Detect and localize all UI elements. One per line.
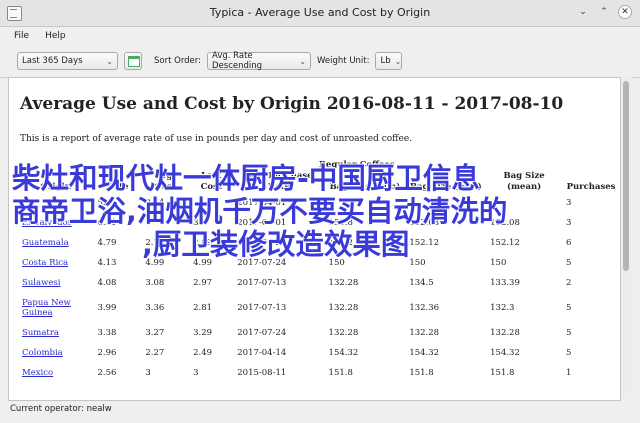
table-cell: 134.5 (409, 278, 434, 288)
chevron-down-icon: ⌄ (394, 56, 402, 66)
table-cell: 133.39 (490, 278, 520, 288)
window-title: Typica - Average Use and Cost by Origin (209, 6, 431, 19)
overlay-line-1: 柴灶和现代灶一体厨房-中国厨卫信息 (12, 162, 480, 195)
date-range-select[interactable]: Last 365 Days ⌄ (17, 52, 118, 70)
report-title: Average Use and Cost by Origin 2016-08-1… (20, 94, 564, 114)
maximize-icon[interactable]: ⌃ (597, 5, 611, 19)
table-cell: 132.28 (328, 303, 359, 313)
table-cell: 151.8 (490, 368, 515, 378)
chevron-down-icon: ⌄ (299, 56, 306, 66)
table-cell: 3.08 (145, 278, 165, 288)
status-bar: Current operator: nealw (10, 404, 112, 414)
table-cell: 5 (566, 348, 572, 358)
origin-cell: Papua New Guinea (18, 293, 93, 323)
origin-cell: Mexico (18, 363, 93, 383)
table-row: Colombia 2.96 2.27 2.49 2017-04-14 154.32 154.… (18, 343, 620, 363)
table-cell: 2.27 (145, 348, 165, 358)
table-cell: 1 (566, 368, 572, 378)
origin-link[interactable]: Mexico (22, 368, 53, 378)
table-row: Mexico 2.56 3 3 2015-08-11 151.8 151.8 151.8 1 (18, 363, 620, 383)
table-cell: 2 (566, 278, 572, 288)
table-cell: 3.27 (145, 328, 165, 338)
table-row: Sumatra 3.38 3.27 3.29 2017-07-24 132.28 132.2… (18, 323, 620, 343)
table-cell: 132.28 (409, 328, 440, 338)
overlay-line-3: ,厨卫装修改造效果图 (142, 228, 410, 261)
date-range-value: Last 365 Days (22, 56, 83, 66)
origin-cell: Sumatra (18, 323, 93, 343)
calendar-button[interactable] (124, 52, 142, 70)
table-cell: 3 (145, 368, 151, 378)
table-row: Sulawesi 4.08 3.08 2.97 2017-07-13 132.28 134.… (18, 273, 620, 293)
minimize-icon[interactable]: ⌄ (576, 5, 590, 19)
origin-link[interactable]: Sumatra (22, 328, 59, 338)
overlay-caption: 柴灶和现代灶一体厨房-中国厨卫信息 商帝卫浴,油烟机千万不要买自动清洗的 ,厨卫… (12, 162, 627, 261)
weight-unit-label: Weight Unit: (317, 56, 370, 66)
table-cell: 2.96 (97, 348, 117, 358)
table-cell: 132.36 (409, 303, 440, 313)
close-icon[interactable]: ✕ (618, 5, 632, 19)
title-bar: Typica - Average Use and Cost by Origin … (0, 0, 640, 27)
table-cell: 3.36 (145, 303, 165, 313)
table-cell: 132.28 (490, 328, 520, 338)
weight-unit-select[interactable]: Lb ⌄ (375, 52, 403, 70)
table-cell: 151.8 (328, 368, 353, 378)
chevron-down-icon: ⌄ (106, 56, 113, 66)
table-cell: 3 (193, 368, 199, 378)
origin-link[interactable]: Colombia (22, 348, 63, 358)
table-cell: 2017-07-13 (237, 278, 287, 288)
table-cell: 3.29 (193, 328, 213, 338)
calendar-icon (128, 56, 140, 67)
table-cell: 2.81 (193, 303, 213, 313)
sort-order-select[interactable]: Avg. Rate Descending ⌄ (207, 51, 311, 71)
table-cell: 154.32 (490, 348, 520, 358)
toolbar: Last 365 Days ⌄ Sort Order: Avg. Rate Des… (0, 45, 640, 78)
origin-cell: Colombia (18, 343, 93, 363)
table-cell: 2015-08-11 (237, 368, 287, 378)
table-cell: 2017-07-13 (237, 303, 287, 313)
table-cell: 2017-04-14 (237, 348, 287, 358)
table-cell: 132.3 (490, 303, 515, 313)
table-cell: 5 (566, 328, 572, 338)
origin-link[interactable]: Papua New Guinea (22, 298, 71, 318)
overlay-line-2: 商帝卫浴,油烟机千万不要买自动清洗的 (12, 195, 508, 228)
origin-cell: Sulawesi (18, 273, 93, 293)
table-cell: 3.99 (97, 303, 117, 313)
table-cell: 154.32 (328, 348, 359, 358)
table-row: Papua New Guinea 3.99 3.36 2.81 2017-07-13 13… (18, 293, 620, 323)
report-description: This is a report of average rate of use … (20, 134, 413, 144)
app-window: Typica - Average Use and Cost by Origin … (0, 0, 640, 423)
menu-help[interactable]: Help (39, 29, 72, 43)
table-cell: 151.8 (409, 368, 434, 378)
weight-unit-value: Lb (380, 56, 391, 66)
table-cell: 5 (566, 303, 572, 313)
table-cell: 2.97 (193, 278, 213, 288)
table-cell: 132.28 (328, 278, 359, 288)
table-cell: 154.32 (409, 348, 440, 358)
table-cell: 2017-07-24 (237, 328, 287, 338)
origin-link[interactable]: Sulawesi (22, 278, 60, 288)
table-cell: 2.49 (193, 348, 213, 358)
sort-order-value: Avg. Rate Descending (212, 51, 263, 71)
menu-file[interactable]: File (8, 29, 35, 43)
menu-bar: File Help (0, 27, 640, 45)
sort-order-label: Sort Order: (154, 56, 201, 66)
table-cell: 3.38 (97, 328, 117, 338)
table-cell: 4.08 (97, 278, 117, 288)
table-cell: 2.56 (97, 368, 117, 378)
table-cell: 132.28 (328, 328, 359, 338)
